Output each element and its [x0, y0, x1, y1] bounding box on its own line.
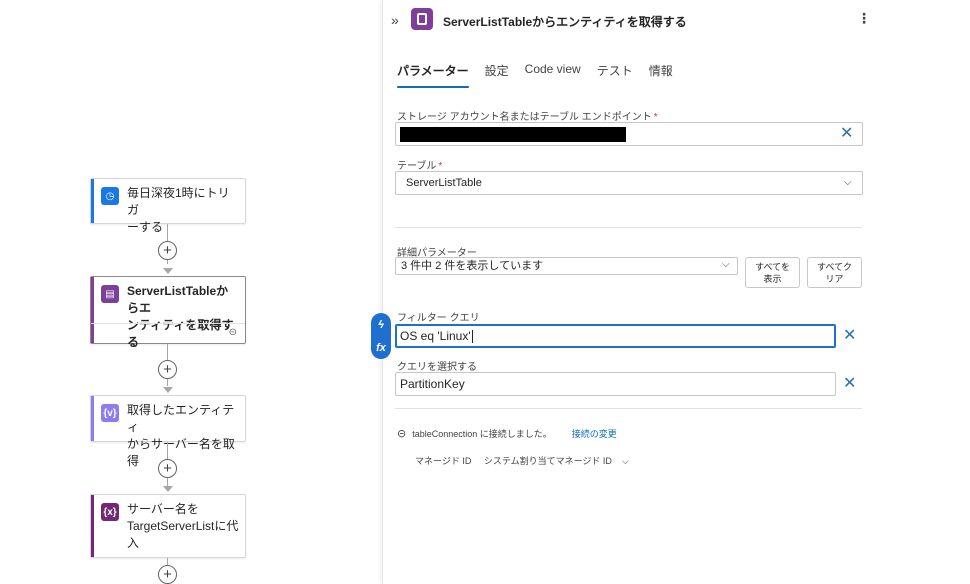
card-title: サーバー名を TargetServerListに代入: [127, 502, 239, 550]
get-entities-card[interactable]: ▤ ServerListTableからエ ンティティを取得する ⊝: [90, 276, 246, 349]
add-step-button[interactable]: +: [158, 241, 177, 260]
advanced-params-select[interactable]: 3 件中 2 件を表示しています: [395, 257, 738, 275]
card-title: ServerListTableからエ ンティティを取得する: [127, 284, 234, 349]
card-title: 取得したエンティティ からサーバー名を取得: [127, 403, 235, 468]
clear-select-icon[interactable]: ✕: [843, 376, 856, 392]
tab-parameters[interactable]: パラメーター: [397, 62, 469, 88]
action-details-panel: » ServerListTableからエンティティを取得する ⋮ パラメーター …: [382, 0, 970, 584]
panel-title: ServerListTableからエンティティを取得する: [443, 15, 687, 29]
alarm-clock-icon: ◷: [101, 187, 119, 205]
link-icon: ⊝: [228, 327, 237, 338]
clear-storage-icon[interactable]: ✕: [840, 126, 853, 142]
table-select[interactable]: ServerListTable: [395, 171, 863, 195]
dynamic-content-rail: ϟ fx: [371, 313, 391, 359]
chevron-down-icon[interactable]: ⌵: [722, 259, 730, 270]
card-accent-bar: [91, 277, 94, 343]
panel-header: » ServerListTableからエンティティを取得する ⋮: [383, 0, 970, 40]
link-icon: ⊝: [397, 428, 407, 440]
divider: [395, 227, 862, 228]
card-title: 毎日深夜1時にトリガ ーする: [127, 186, 230, 234]
storage-field-label: ストレージ アカウント名またはテーブル エンドポイント *: [397, 112, 658, 123]
add-step-button[interactable]: +: [158, 459, 177, 478]
select-query-input[interactable]: PartitionKey: [395, 372, 836, 396]
clear-all-button[interactable]: すべてク リア: [807, 257, 862, 288]
change-connection-link[interactable]: 接続の変更: [572, 427, 617, 440]
add-step-button[interactable]: +: [158, 360, 177, 379]
managed-identity-label: マネージド ID: [415, 456, 472, 466]
select-query-label: クエリを選択する: [397, 362, 477, 373]
more-options-icon[interactable]: ⋮: [857, 10, 871, 27]
clear-filter-icon[interactable]: ✕: [843, 328, 856, 344]
set-variable-card[interactable]: {x} サーバー名を TargetServerListに代入: [90, 494, 246, 558]
add-step-button[interactable]: +: [158, 565, 177, 584]
filter-query-input[interactable]: OS eq 'Linux': [395, 324, 836, 348]
connector-arrow: [163, 486, 173, 492]
collapse-panel-icon[interactable]: »: [391, 12, 399, 28]
variable-braces-icon: {v}: [101, 404, 119, 422]
connector-arrow: [163, 387, 173, 393]
variable-x-icon: {x}: [101, 503, 119, 521]
chevron-down-icon[interactable]: ⌵: [844, 177, 852, 188]
expression-fx-icon[interactable]: fx: [376, 342, 386, 354]
connector-arrow: [163, 268, 173, 274]
filter-query-label: フィルター クエリ: [397, 313, 480, 324]
panel-tabs: パラメーター 設定 Code view テスト 情報: [397, 62, 689, 88]
card-accent-bar: [91, 179, 94, 223]
tab-code-view[interactable]: Code view: [525, 62, 581, 88]
table-storage-icon: [411, 8, 433, 30]
tab-settings[interactable]: 設定: [485, 62, 509, 88]
card-accent-bar: [91, 396, 94, 441]
tab-info[interactable]: 情報: [649, 62, 673, 88]
flow-canvas: ◷ 毎日深夜1時にトリガ ーする + ▤ ServerListTableからエ ンテ…: [0, 0, 380, 584]
managed-identity-row: マネージド ID システム割り当てマネージド ID ⌵: [415, 454, 639, 467]
divider: [395, 408, 862, 409]
redacted-value: [400, 127, 626, 142]
table-field-label: テーブル *: [397, 161, 443, 172]
chevron-down-icon[interactable]: ⌵: [622, 456, 629, 466]
storage-endpoint-input[interactable]: [395, 122, 863, 146]
tab-test[interactable]: テスト: [597, 62, 633, 88]
card-divider: [91, 323, 245, 324]
lightning-icon[interactable]: ϟ: [378, 319, 384, 331]
card-accent-bar: [91, 495, 94, 557]
table-storage-icon: ▤: [101, 285, 119, 303]
show-all-button[interactable]: すべてを 表示: [745, 257, 800, 288]
connection-text: tableConnection に接続しました。: [412, 429, 552, 439]
managed-identity-select[interactable]: システム割り当てマネージド ID: [484, 456, 612, 466]
connection-info: ⊝ tableConnection に接続しました。 接続の変更: [397, 427, 617, 440]
compose-card[interactable]: {v} 取得したエンティティ からサーバー名を取得: [90, 395, 246, 468]
trigger-card[interactable]: ◷ 毎日深夜1時にトリガ ーする: [90, 178, 246, 234]
